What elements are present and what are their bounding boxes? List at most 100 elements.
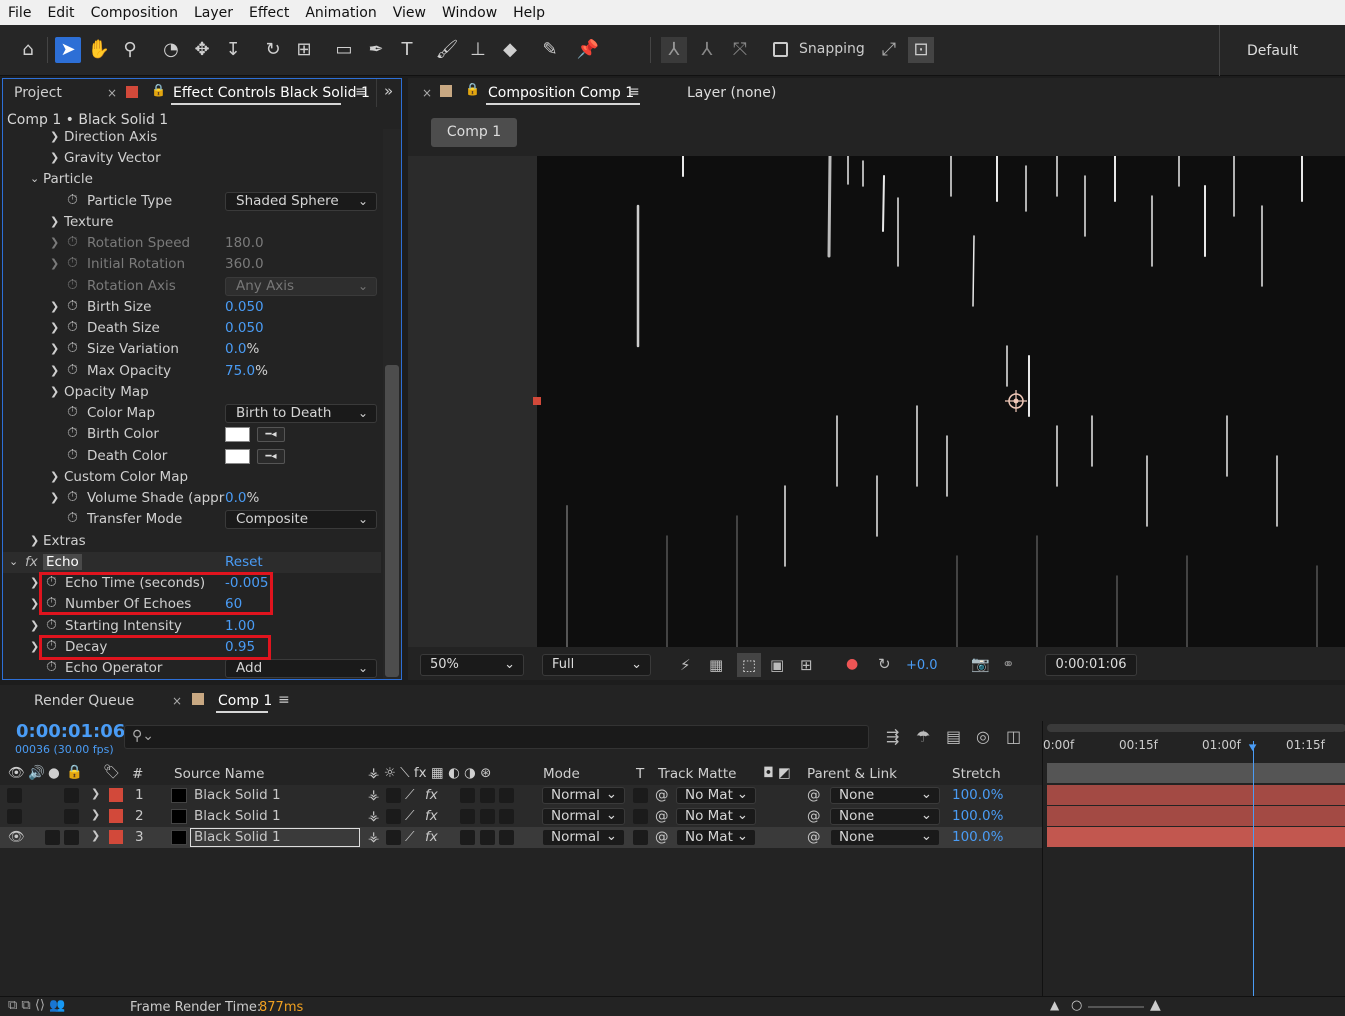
layer-row-2[interactable]: ❯ 2 Black Solid 1 ⚶ ⟋ fx Normal ⌄ @ No Ma… [0,806,1042,827]
eyedropper-icon[interactable]: ━◂ [257,427,285,442]
layer-row-3[interactable]: 👁 ❯ 3 Black Solid 1 ⚶ ⟋ fx Normal ⌄ @ No … [0,827,1042,848]
zoom-out-icon[interactable]: ▲ [1050,998,1059,1012]
frame-blend-switch[interactable] [460,809,475,824]
stretch-value[interactable]: 100.0% [952,829,1003,845]
chevron-down-icon[interactable]: ⌄ [30,172,39,185]
chevron-right-icon[interactable]: ❯ [30,640,39,653]
chevron-right-icon[interactable]: ❯ [50,342,59,355]
workspace-default[interactable]: Default [1247,43,1298,59]
lock-toggle[interactable] [64,809,79,824]
3d-layer-switch[interactable] [499,809,514,824]
chevron-right-icon[interactable]: ❯ [50,364,59,377]
layer-bar-2[interactable] [1047,806,1345,826]
column-stretch[interactable]: Stretch [952,766,1001,782]
snapping-checkbox[interactable] [773,42,788,57]
menu-file[interactable]: File [0,5,39,21]
brush-tool-icon[interactable]: 🖌 [434,37,460,63]
comp-canvas[interactable] [537,156,1345,647]
rotate-tool-icon[interactable]: ↻ [260,37,286,63]
orbit-camera-icon[interactable]: ◔ [158,37,184,63]
shy-switch-icon[interactable]: ⚶ [368,829,379,845]
snap-grid-icon[interactable]: ⊡ [908,37,934,63]
chevron-right-icon[interactable]: ❯ [91,808,100,821]
current-time-indicator[interactable] [1253,741,1254,996]
particle-type-dropdown[interactable]: Shaded Sphere ⌄ [225,192,377,211]
stretch-value[interactable]: 100.0% [952,787,1003,803]
menu-window[interactable]: Window [434,5,505,21]
pen-tool-icon[interactable]: ✒ [363,37,389,63]
chevron-right-icon[interactable]: ❯ [50,385,59,398]
viewer-timecode[interactable]: 0:00:01:06 [1045,654,1137,676]
lock-toggle[interactable] [64,788,79,803]
quality-switch-icon[interactable]: ⟋ [405,829,414,845]
view-axis-icon[interactable]: ⤧ [727,37,753,63]
matte-pickwhip-icon[interactable]: @ [655,787,669,803]
current-time-display[interactable]: 0:00:01:06 [16,721,125,742]
layer-bar-1[interactable] [1047,785,1345,805]
mode-dropdown[interactable]: Normal ⌄ [542,808,625,825]
playhead-icon[interactable]: ⯆ [1247,741,1258,757]
motion-blur-icon[interactable]: ◎ [976,727,990,746]
clone-stamp-icon[interactable]: ⊥ [465,37,491,63]
stopwatch-icon[interactable]: ⏱ [67,319,78,335]
stopwatch-icon[interactable]: ⏱ [67,298,78,314]
stopwatch-icon[interactable]: ⏱ [67,510,78,526]
stopwatch-icon[interactable]: ⏱ [67,192,78,208]
motion-blur-switch[interactable] [480,830,495,845]
menu-help[interactable]: Help [505,5,553,21]
chevron-right-icon[interactable]: ❯ [50,470,59,483]
prop-texture[interactable]: ❯ Texture [3,212,381,233]
chevron-right-icon[interactable]: ❯ [91,787,100,800]
grid-guides-icon[interactable]: ⊞ [800,656,813,674]
parent-dropdown[interactable]: None ⌄ [830,787,940,804]
puppet-pin-icon[interactable]: 📌 [575,37,601,63]
show-channel-icon[interactable]: ● [846,656,858,672]
panel-menu-icon[interactable]: ≡ [278,692,290,708]
panel-menu-icon[interactable]: ≡ [628,84,640,100]
rectangle-tool-icon[interactable]: ▭ [331,37,357,63]
chevron-right-icon[interactable]: ❯ [50,130,59,143]
layer-bounds-handle[interactable] [533,397,541,405]
lock-icon[interactable]: 🔒 [66,764,83,780]
chevron-right-icon[interactable]: ❯ [50,491,59,504]
label-tag-icon[interactable]: 🏷 [103,764,120,780]
exposure-value[interactable]: +0.0 [906,658,938,673]
chevron-right-icon[interactable]: ❯ [91,829,100,842]
shy-switch-icon[interactable]: ⚶ [368,787,379,803]
video-eye-icon[interactable]: 👁 [8,829,25,845]
chevron-right-icon[interactable]: ❯ [30,576,39,589]
close-icon[interactable]: × [422,86,432,100]
chevron-down-icon[interactable]: ⌄ [9,555,18,568]
3d-layer-switch[interactable] [499,830,514,845]
tab-effect-controls[interactable]: Effect Controls Black Solid 1 [173,85,370,101]
resolution-dropdown[interactable]: Full ⌄ [542,654,651,676]
zoom-slider-handle[interactable]: ○ [1071,998,1082,1013]
death-size-value[interactable]: 0.050 [225,320,264,336]
layer-name[interactable]: Black Solid 1 [194,787,281,803]
layer-row-1[interactable]: ❯ 1 Black Solid 1 ⚶ ⟋ fx Normal ⌄ @ No Ma… [0,785,1042,806]
eyedropper-icon[interactable]: ━◂ [257,449,285,464]
prop-particle-group[interactable]: ⌄ Particle [3,169,381,190]
snap-expand-icon[interactable]: ⤢ [876,37,902,63]
timeline-track-area[interactable]: 0:00f 00:15f 01:00f 01:15f ⯆ [1042,721,1345,996]
stopwatch-icon[interactable]: ⏱ [67,234,78,250]
parent-pickwhip-icon[interactable]: @ [807,787,821,803]
pan-camera-icon[interactable]: ✥ [189,37,215,63]
prop-direction-axis[interactable]: ❯ Direction Axis [3,129,381,148]
roto-brush-icon[interactable]: ✎ [537,37,563,63]
zoom-slider-track[interactable] [1088,1006,1144,1008]
tab-composition[interactable]: Composition Comp 1 [488,85,634,101]
tab-comp[interactable]: Comp 1 [218,693,272,709]
stopwatch-icon[interactable]: ⏱ [46,659,57,675]
preserve-transparency[interactable] [633,788,648,803]
quality-switch-icon[interactable]: ⟋ [405,808,414,824]
scrollbar-thumb[interactable] [385,365,399,677]
transparency-grid-icon[interactable]: ▦ [709,656,723,674]
panel-menu-icon[interactable]: ≡ [355,84,367,100]
matte-pickwhip-icon[interactable]: @ [655,829,669,845]
effect-echo-header[interactable]: ⌄ fx Echo Reset [3,552,381,573]
chevron-right-icon[interactable]: ❯ [50,236,59,249]
type-tool-icon[interactable]: T [394,37,420,63]
column-mode[interactable]: Mode [543,766,580,782]
layer-name-field[interactable]: Black Solid 1 [190,828,360,847]
